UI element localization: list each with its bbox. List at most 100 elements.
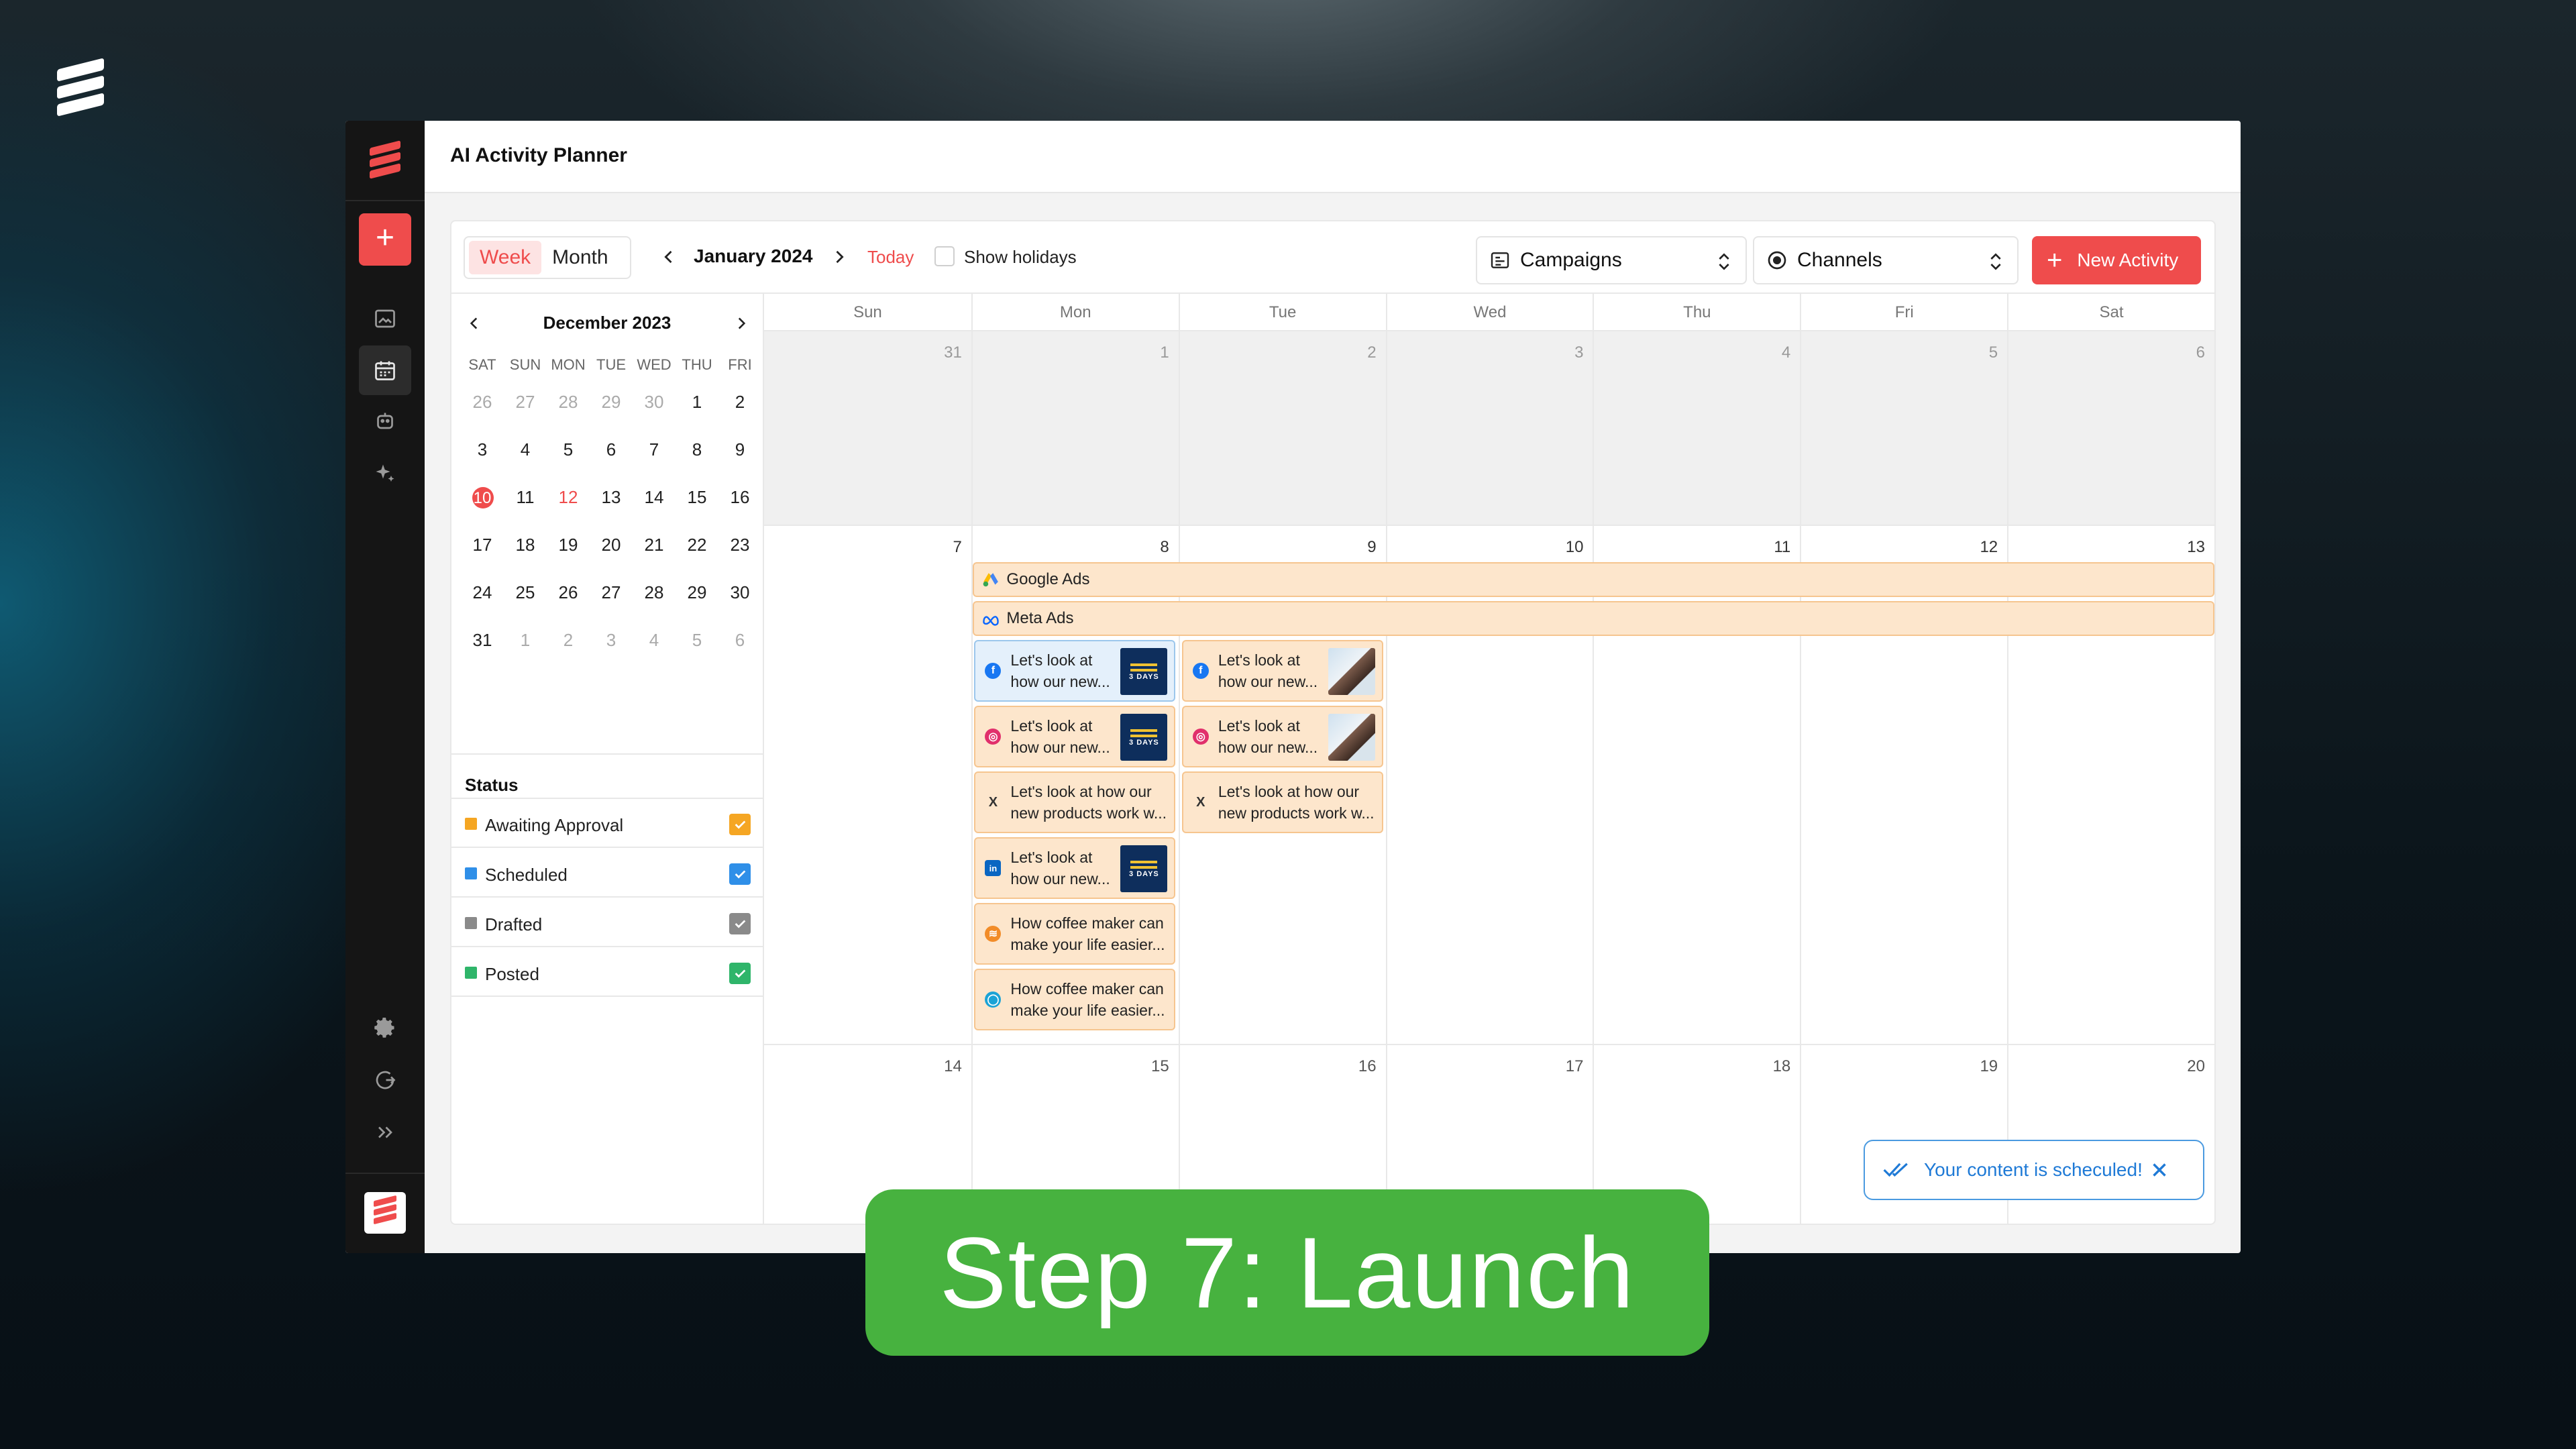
mini-day[interactable]: 7 <box>633 426 676 474</box>
content-card[interactable]: ◎ Let's look at how our new... <box>1181 706 1383 767</box>
assistant-nav-button[interactable] <box>359 397 411 447</box>
mini-day[interactable]: 15 <box>676 474 718 522</box>
status-checkbox[interactable] <box>729 963 751 984</box>
meta-ads-campaign-bar[interactable]: Meta Ads <box>973 601 2214 636</box>
mini-calendar-header: December 2023 <box>451 307 763 341</box>
brand-logo <box>57 58 104 124</box>
mini-day[interactable]: 29 <box>590 378 633 426</box>
mini-day[interactable]: 4 <box>504 426 547 474</box>
mini-day[interactable]: 2 <box>718 378 761 426</box>
mini-day[interactable]: 2 <box>547 616 590 664</box>
mini-next-button[interactable] <box>729 311 753 335</box>
day-cell[interactable]: 6 <box>2007 331 2214 525</box>
day-cell[interactable]: 1 <box>971 331 1179 525</box>
google-ads-campaign-bar[interactable]: Google Ads <box>973 562 2214 597</box>
mini-day[interactable]: 19 <box>547 521 590 569</box>
content-card[interactable]: X Let's look at how our new products work… <box>1181 771 1383 833</box>
content-card[interactable]: ◎ Let's look at how our new... 3 DAYS <box>974 706 1176 767</box>
mini-day[interactable]: 25 <box>504 569 547 616</box>
step-banner: Step 7: Launch <box>865 1189 1709 1356</box>
today-button[interactable]: Today <box>867 247 914 268</box>
media-nav-button[interactable] <box>359 294 411 343</box>
day-cell[interactable]: 5 <box>1800 331 2008 525</box>
status-filter-row[interactable]: Scheduled <box>451 849 763 898</box>
channels-select[interactable]: Channels <box>1753 236 2019 284</box>
day-cell[interactable]: 3 <box>1385 331 1593 525</box>
double-check-icon <box>1883 1163 1908 1177</box>
mini-day[interactable]: 6 <box>590 426 633 474</box>
mini-day[interactable]: 26 <box>547 569 590 616</box>
show-holidays-checkbox[interactable] <box>934 246 955 266</box>
settings-nav-button[interactable] <box>359 1003 411 1053</box>
mini-day[interactable]: 9 <box>718 426 761 474</box>
mini-day[interactable]: 29 <box>676 569 718 616</box>
mini-day[interactable]: 14 <box>633 474 676 522</box>
status-color-swatch <box>465 818 477 830</box>
next-period-button[interactable] <box>826 241 853 272</box>
status-checkbox[interactable] <box>729 814 751 835</box>
content-card[interactable]: ≋ How coffee maker can make your life eas… <box>974 903 1176 965</box>
new-activity-button[interactable]: + New Activity <box>2032 236 2201 284</box>
logout-nav-button[interactable] <box>359 1055 411 1105</box>
mini-day[interactable]: 4 <box>633 616 676 664</box>
mini-day[interactable]: 11 <box>504 474 547 522</box>
day-number: 20 <box>2187 1057 2205 1075</box>
mini-day[interactable]: 3 <box>590 616 633 664</box>
mini-day[interactable]: 8 <box>676 426 718 474</box>
mini-day-selected[interactable]: 10 <box>461 474 504 522</box>
expand-nav-button[interactable] <box>359 1108 411 1157</box>
day-cell[interactable]: 31 <box>764 331 971 525</box>
mini-day[interactable]: 31 <box>461 616 504 664</box>
status-filter-row[interactable]: Drafted <box>451 898 763 947</box>
status-filter-row[interactable]: Awaiting Approval <box>451 799 763 848</box>
close-icon[interactable] <box>2148 1159 2171 1181</box>
mini-day[interactable]: 21 <box>633 521 676 569</box>
mini-day[interactable]: 20 <box>590 521 633 569</box>
mini-day[interactable]: 30 <box>718 569 761 616</box>
calendar-nav-button[interactable] <box>359 345 411 395</box>
content-card[interactable]: in Let's look at how our new... 3 DAYS <box>974 837 1176 899</box>
mini-day[interactable]: 30 <box>633 378 676 426</box>
mini-day[interactable]: 17 <box>461 521 504 569</box>
app-header: AI Activity Planner <box>425 121 2241 193</box>
mini-week-row: 26 27 28 29 30 1 2 <box>461 378 763 426</box>
mini-day[interactable]: 1 <box>676 378 718 426</box>
mini-day[interactable]: 24 <box>461 569 504 616</box>
content-card[interactable]: ◯ How coffee maker can make your life eas… <box>974 969 1176 1030</box>
mini-week-row: 3456789 <box>461 426 763 474</box>
mini-day[interactable]: 12 <box>547 474 590 522</box>
status-filter-row[interactable]: Posted <box>451 948 763 997</box>
mini-day[interactable]: 28 <box>633 569 676 616</box>
content-card[interactable]: f Let's look at how our new... 3 DAYS <box>974 640 1176 702</box>
workspace-avatar[interactable] <box>364 1192 406 1234</box>
mini-day[interactable]: 13 <box>590 474 633 522</box>
content-card[interactable]: X Let's look at how our new products work… <box>974 771 1176 833</box>
mini-day[interactable]: 3 <box>461 426 504 474</box>
mini-day[interactable]: 18 <box>504 521 547 569</box>
logout-icon <box>376 1071 396 1089</box>
campaigns-select[interactable]: Campaigns <box>1476 236 1747 284</box>
status-checkbox[interactable] <box>729 863 751 885</box>
content-card-text: Let's look at how our new products work … <box>1218 783 1375 822</box>
view-month-tab[interactable]: Month <box>541 241 619 274</box>
content-card[interactable]: f Let's look at how our new... <box>1181 640 1383 702</box>
mini-day[interactable]: 5 <box>547 426 590 474</box>
day-cell[interactable]: 2 <box>1178 331 1386 525</box>
view-week-tab[interactable]: Week <box>469 241 542 274</box>
day-cell[interactable]: 4 <box>1593 331 1801 525</box>
prev-period-button[interactable] <box>655 241 682 272</box>
day-cell[interactable]: 7 <box>764 526 971 1044</box>
mini-day[interactable]: 5 <box>676 616 718 664</box>
mini-day[interactable]: 16 <box>718 474 761 522</box>
ai-nav-button[interactable] <box>359 449 411 498</box>
mini-day[interactable]: 6 <box>718 616 761 664</box>
status-checkbox[interactable] <box>729 913 751 934</box>
mini-day[interactable]: 23 <box>718 521 761 569</box>
mini-day[interactable]: 22 <box>676 521 718 569</box>
mini-day[interactable]: 1 <box>504 616 547 664</box>
mini-day[interactable]: 26 <box>461 378 504 426</box>
create-button[interactable]: + <box>359 213 411 266</box>
mini-day[interactable]: 27 <box>504 378 547 426</box>
mini-day[interactable]: 28 <box>547 378 590 426</box>
mini-day[interactable]: 27 <box>590 569 633 616</box>
